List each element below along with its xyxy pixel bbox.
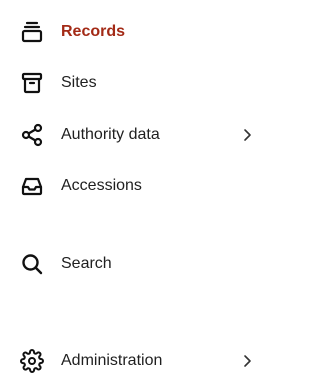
archive-box-icon (20, 71, 44, 95)
inbox-tray-icon (20, 174, 44, 198)
sidebar-item-label: Accessions (61, 177, 142, 194)
sidebar-item-records[interactable]: Records (0, 14, 256, 50)
sidebar-item-administration[interactable]: Administration (0, 343, 256, 379)
sidebar-item-label: Authority data (61, 126, 160, 143)
sidebar-nav: Records Sites Authority data Accessions … (0, 0, 256, 382)
records-stack-icon (20, 20, 44, 44)
chevron-right-icon (242, 354, 252, 368)
sidebar-item-label: Search (61, 255, 112, 272)
chevron-right-icon (242, 128, 252, 142)
search-icon (20, 252, 44, 276)
sidebar-item-authority-data[interactable]: Authority data (0, 117, 256, 153)
sidebar-item-sites[interactable]: Sites (0, 65, 256, 101)
sidebar-item-label: Records (61, 23, 126, 40)
sidebar-item-label: Sites (61, 74, 97, 91)
gear-icon (20, 349, 44, 373)
sidebar-item-accessions[interactable]: Accessions (0, 168, 256, 204)
sidebar-item-search[interactable]: Search (0, 246, 256, 282)
sidebar-item-label: Administration (61, 352, 163, 369)
share-nodes-icon (20, 123, 44, 147)
